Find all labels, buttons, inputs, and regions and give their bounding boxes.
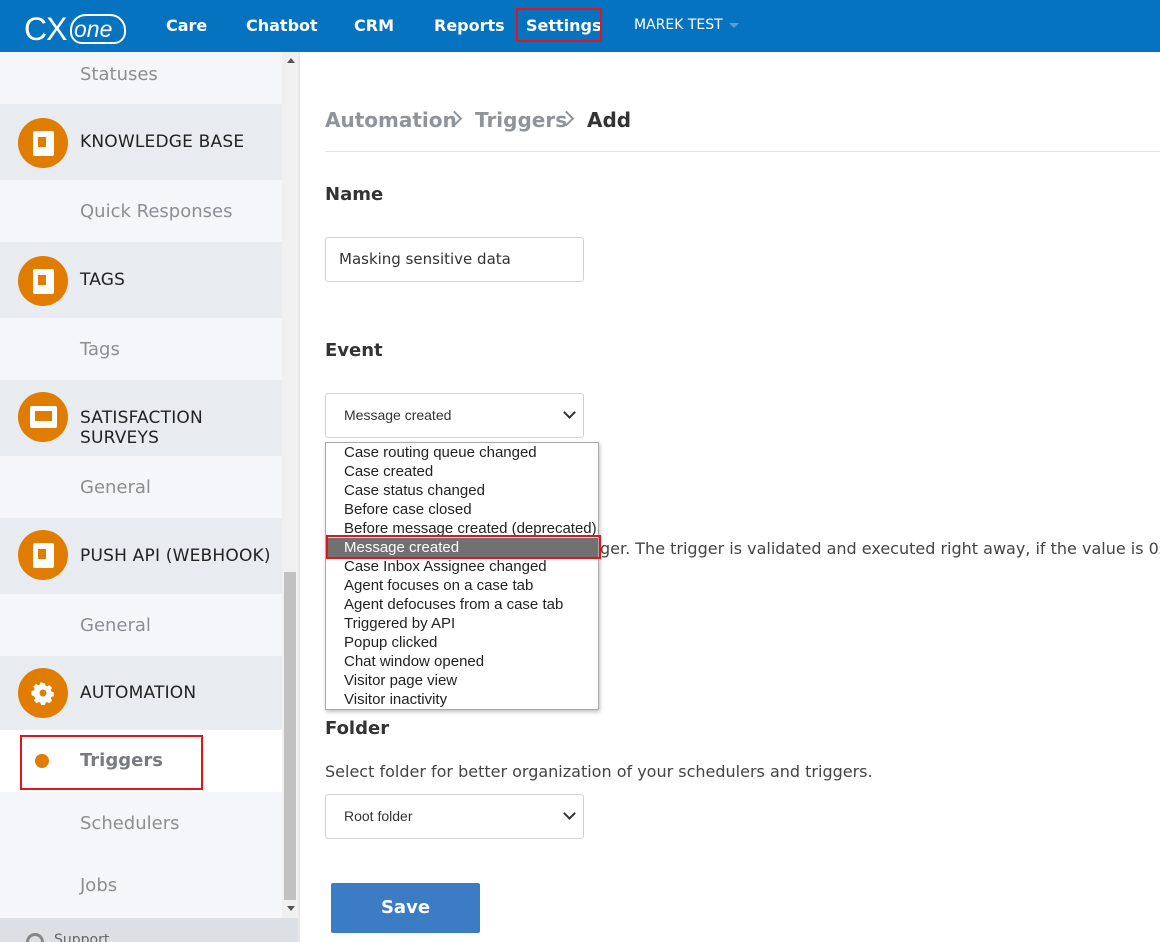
- user-menu[interactable]: MAREK TEST: [634, 0, 739, 52]
- event-option[interactable]: Case created: [326, 462, 598, 481]
- support-label: Support: [54, 932, 110, 942]
- sidebar-item-label: Jobs: [80, 875, 118, 896]
- sidebar-section-label: KNOWLEDGE BASE: [80, 132, 245, 152]
- cxone-logo[interactable]: CX one: [24, 8, 126, 46]
- breadcrumb-automation[interactable]: Automation: [325, 108, 457, 132]
- breadcrumb-current: Add: [587, 108, 632, 132]
- sidebar-item-label: General: [80, 477, 151, 498]
- gear-glyph: [31, 682, 54, 705]
- triggers-highlight-box: [20, 735, 203, 790]
- tags-icon: [18, 256, 68, 306]
- nav-care[interactable]: Care: [166, 0, 207, 52]
- event-option[interactable]: Visitor page view: [326, 671, 598, 690]
- sidebar-section-label: PUSH API (WEBHOOK): [80, 546, 271, 566]
- sidebar-divider: [298, 52, 300, 942]
- support-bar[interactable]: Support: [0, 918, 298, 942]
- chevron-down-icon: [728, 22, 739, 28]
- sidebar-item-tags[interactable]: Tags: [0, 318, 282, 380]
- logo-one-text: one: [74, 16, 113, 42]
- event-option[interactable]: Before case closed: [326, 500, 598, 519]
- sidebar-item-quick-responses[interactable]: Quick Responses: [0, 180, 282, 242]
- event-option[interactable]: Case routing queue changed: [326, 443, 598, 462]
- sidebar-section-automation[interactable]: AUTOMATION: [0, 656, 282, 730]
- folder-label: Folder: [325, 718, 390, 739]
- breadcrumb-triggers[interactable]: Triggers: [475, 108, 567, 132]
- sidebar-section-label: SATISFACTION SURVEYS: [80, 408, 203, 448]
- event-option[interactable]: Visitor inactivity: [326, 690, 598, 709]
- nav-crm[interactable]: CRM: [354, 0, 394, 52]
- sidebar-item-schedulers[interactable]: Schedulers: [0, 792, 282, 854]
- event-option[interactable]: Case Inbox Assignee changed: [326, 557, 598, 576]
- name-input[interactable]: Masking sensitive data: [325, 237, 584, 282]
- settings-highlight-box: [516, 8, 602, 42]
- gear-icon: [18, 668, 68, 718]
- event-option[interactable]: Popup clicked: [326, 633, 598, 652]
- save-button[interactable]: Save: [331, 883, 480, 933]
- nav-reports[interactable]: Reports: [434, 0, 505, 52]
- top-navigation-bar: CX one Care Chatbot CRM Reports Settings…: [0, 0, 1160, 52]
- sidebar-scroll-thumb[interactable]: [284, 572, 296, 900]
- scroll-up-icon[interactable]: [287, 58, 295, 63]
- sidebar-section-satisfaction-surveys[interactable]: SATISFACTION SURVEYS: [0, 380, 282, 456]
- survey-icon: [18, 392, 68, 442]
- sidebar-item-statuses[interactable]: Statuses: [0, 52, 282, 104]
- sidebar-item-general-surveys[interactable]: General: [0, 456, 282, 518]
- sidebar-item-label: Tags: [80, 339, 120, 360]
- sidebar-section-label: TAGS: [80, 270, 126, 290]
- sidebar-section-tags[interactable]: TAGS: [0, 242, 282, 318]
- scroll-down-icon[interactable]: [287, 906, 295, 911]
- chevron-down-icon: [563, 807, 576, 820]
- name-label: Name: [325, 184, 384, 205]
- event-option[interactable]: Triggered by API: [326, 614, 598, 633]
- sidebar-item-label: Schedulers: [80, 813, 180, 834]
- event-option[interactable]: Agent focuses on a case tab: [326, 576, 598, 595]
- sidebar-item-jobs[interactable]: Jobs: [0, 854, 282, 918]
- folder-help-text: Select folder for better organization of…: [325, 762, 873, 781]
- event-help-text: ger. The trigger is validated and execut…: [600, 539, 1160, 558]
- event-option[interactable]: Chat window opened: [326, 652, 598, 671]
- logo-cx-text: CX: [24, 11, 67, 47]
- user-name: MAREK TEST: [634, 17, 723, 33]
- nav-chatbot[interactable]: Chatbot: [246, 0, 318, 52]
- event-label: Event: [325, 340, 383, 361]
- webhook-icon: [18, 530, 68, 580]
- event-select-value: Message created: [344, 407, 452, 423]
- settings-sidebar: Statuses KNOWLEDGE BASE Quick Responses …: [0, 52, 298, 942]
- sidebar-section-push-api[interactable]: PUSH API (WEBHOOK): [0, 518, 282, 594]
- sidebar-section-knowledge-base[interactable]: KNOWLEDGE BASE: [0, 104, 282, 180]
- support-headset-icon: [26, 933, 44, 942]
- sidebar-item-general-webhook[interactable]: General: [0, 594, 282, 656]
- sidebar-section-label: AUTOMATION: [80, 683, 197, 703]
- sidebar-item-label: General: [80, 615, 151, 636]
- event-dropdown-list: Case routing queue changed Case created …: [325, 442, 599, 710]
- event-option[interactable]: Agent defocuses from a case tab: [326, 595, 598, 614]
- event-select[interactable]: Message created: [325, 393, 584, 438]
- folder-select[interactable]: Root folder: [325, 794, 584, 839]
- message-created-highlight-box: [326, 535, 601, 559]
- sidebar-item-label: Quick Responses: [80, 201, 233, 222]
- folder-select-value: Root folder: [344, 808, 413, 824]
- header-divider: [325, 151, 1160, 152]
- event-option[interactable]: Case status changed: [326, 481, 598, 500]
- sidebar-item-label: Statuses: [80, 64, 158, 85]
- chevron-down-icon: [563, 406, 576, 419]
- knowledge-base-icon: [18, 118, 68, 168]
